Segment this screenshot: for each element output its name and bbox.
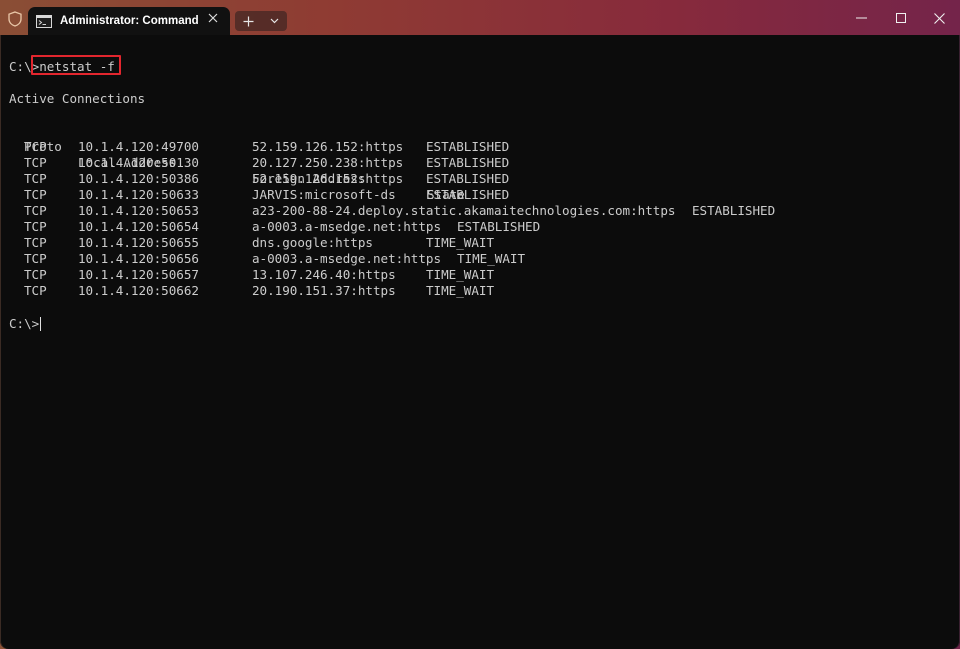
title-bar[interactable]: Administrator: Command Pro — [0, 0, 960, 35]
cell-local-address: 10.1.4.120:50130 — [78, 155, 199, 170]
cell-foreign-address: dns.google:https — [252, 235, 373, 250]
table-row: TCP 10.1.4.120:50653 a23-200-88-24.deploy.… — [9, 203, 909, 219]
cell-proto: TCP — [24, 171, 47, 186]
cell-proto: TCP — [24, 155, 47, 170]
table-row: TCP 10.1.4.120:50655 dns.google:https TIME_… — [9, 235, 909, 251]
cell-foreign-address: 20.190.151.37:https — [252, 283, 396, 298]
table-row: TCP 10.1.4.120:50657 13.107.246.40:https TI… — [9, 267, 909, 283]
cell-foreign-address: a-0003.a-msedge.net:https — [252, 251, 442, 266]
cell-proto: TCP — [24, 235, 47, 250]
table-header: Proto Local Address Foreign Address Stat… — [9, 123, 909, 202]
tab-command-prompt[interactable]: Administrator: Command Pro — [28, 7, 230, 35]
cell-proto: TCP — [24, 219, 47, 234]
terminal-window: Administrator: Command Pro — [0, 0, 960, 649]
cell-foreign-address: JARVIS:microsoft-ds — [252, 187, 396, 202]
table-row: TCP 10.1.4.120:50633 JARVIS:microsoft-ds ES… — [9, 187, 909, 203]
minimize-button[interactable] — [843, 5, 879, 31]
text-cursor — [40, 317, 42, 331]
close-icon — [933, 12, 945, 24]
cell-foreign-address: a-0003.a-msedge.net:https — [252, 219, 442, 234]
cell-proto: TCP — [24, 139, 47, 154]
prompt: C:\> — [9, 316, 40, 331]
cell-state: ESTABLISHED — [457, 219, 541, 234]
plus-icon — [243, 16, 253, 26]
cell-foreign-address: a23-200-88-24.deploy.static.akamaitechno… — [252, 203, 676, 218]
cell-state: TIME_WAIT — [426, 235, 495, 250]
cell-foreign-address: 20.127.250.238:https — [252, 155, 404, 170]
maximize-button[interactable] — [883, 5, 919, 31]
terminal-icon — [36, 14, 52, 28]
tab-close-button[interactable] — [206, 13, 220, 27]
cell-proto: TCP — [24, 203, 47, 218]
heading: Active Connections — [9, 91, 146, 106]
cell-state: TIME_WAIT — [426, 267, 495, 282]
cell-local-address: 10.1.4.120:50633 — [78, 187, 199, 202]
table-row: TCP 10.1.4.120:50656 a-0003.a-msedge.net:h… — [9, 251, 909, 267]
cell-local-address: 10.1.4.120:50386 — [78, 171, 199, 186]
maximize-icon — [896, 13, 906, 23]
close-icon — [208, 13, 218, 23]
cell-local-address: 10.1.4.120:50653 — [78, 203, 199, 218]
shield-icon — [6, 10, 24, 28]
cell-foreign-address: 52.159.126.152:https — [252, 139, 404, 154]
cell-proto: TCP — [24, 283, 47, 298]
table-row: TCP 10.1.4.120:50130 20.127.250.238:https E… — [9, 155, 909, 171]
cell-local-address: 10.1.4.120:50656 — [78, 251, 199, 266]
tab-dropdown-button[interactable] — [261, 11, 287, 31]
cell-proto: TCP — [24, 251, 47, 266]
tab-title: Administrator: Command Pro — [60, 15, 200, 27]
cell-state: ESTABLISHED — [692, 203, 776, 218]
table-row: TCP 10.1.4.120:50386 52.159.126.152:https E… — [9, 171, 909, 187]
chevron-down-icon — [270, 18, 278, 24]
cell-state: ESTABLISHED — [426, 171, 510, 186]
minimize-icon — [855, 17, 867, 19]
cell-local-address: 10.1.4.120:50662 — [78, 283, 199, 298]
table-row: TCP 10.1.4.120:50662 20.190.151.37:https TI… — [9, 283, 909, 299]
cell-state: ESTABLISHED — [426, 155, 510, 170]
cell-proto: TCP — [24, 187, 47, 202]
cell-local-address: 10.1.4.120:50654 — [78, 219, 199, 234]
cell-local-address: 10.1.4.120:50657 — [78, 267, 199, 282]
cell-state: ESTABLISHED — [426, 187, 510, 202]
new-tab-group — [235, 11, 287, 31]
final-prompt-line[interactable]: C:\> — [9, 316, 42, 332]
command-highlight-box — [31, 55, 121, 75]
cell-foreign-address: 52.159.126.152:https — [252, 171, 404, 186]
close-window-button[interactable] — [921, 5, 957, 31]
cell-local-address: 10.1.4.120:50655 — [78, 235, 199, 250]
cell-state: TIME_WAIT — [457, 251, 526, 266]
cell-state: ESTABLISHED — [426, 139, 510, 154]
cell-proto: TCP — [24, 267, 47, 282]
new-tab-button[interactable] — [235, 11, 261, 31]
table-row: TCP 10.1.4.120:49700 52.159.126.152:https E… — [9, 139, 909, 155]
cell-foreign-address: 13.107.246.40:https — [252, 267, 396, 282]
cell-state: TIME_WAIT — [426, 283, 495, 298]
table-row: TCP 10.1.4.120:50654 a-0003.a-msedge.net:h… — [9, 219, 909, 235]
cell-local-address: 10.1.4.120:49700 — [78, 139, 199, 154]
